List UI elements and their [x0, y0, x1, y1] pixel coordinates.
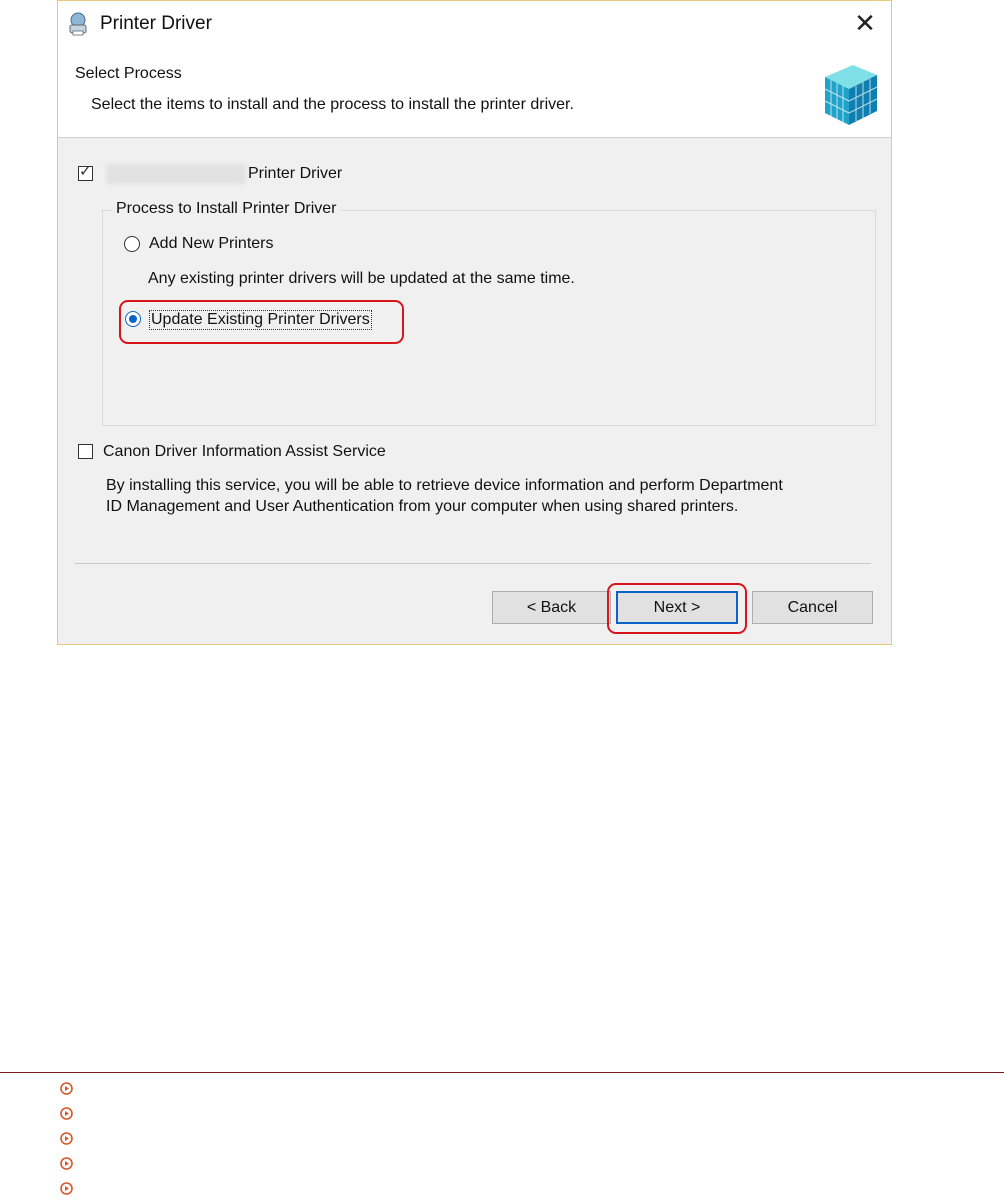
cancel-button[interactable]: Cancel — [752, 591, 873, 624]
radio-add-new-printers[interactable] — [124, 236, 140, 252]
assist-service-checkbox[interactable] — [78, 444, 93, 459]
step-description: Select the items to install and the proc… — [91, 96, 574, 113]
process-group-legend: Process to Install Printer Driver — [112, 200, 341, 218]
bullet-icon — [60, 1182, 73, 1195]
printer-driver-checkbox[interactable]: ✓ — [78, 163, 93, 181]
back-button[interactable]: < Back — [492, 591, 611, 624]
assist-service-label[interactable]: Canon Driver Information Assist Service — [103, 443, 386, 461]
assist-service-desc-2: ID Management and User Authentication fr… — [106, 498, 739, 515]
wizard-header: Select Process Select the items to insta… — [58, 49, 891, 138]
add-new-printers-label[interactable]: Add New Printers — [149, 235, 274, 253]
bullet-icon — [60, 1157, 73, 1170]
close-icon[interactable]: ✕ — [851, 9, 879, 37]
bullet-icon — [60, 1082, 73, 1095]
checkmark-icon: ✓ — [79, 163, 92, 180]
bullet-icon — [60, 1107, 73, 1120]
footer-divider — [0, 1072, 1004, 1073]
button-separator — [75, 563, 871, 564]
next-button[interactable]: Next > — [616, 591, 738, 624]
window-title: Printer Driver — [100, 13, 212, 34]
title-bar: Printer Driver ✕ — [58, 1, 891, 49]
printer-app-icon — [69, 12, 87, 36]
canon-cube-logo — [824, 65, 878, 125]
step-title: Select Process — [75, 65, 182, 82]
assist-service-desc-1: By installing this service, you will be … — [106, 477, 783, 494]
bullet-icon — [60, 1132, 73, 1145]
update-note: Any existing printer drivers will be upd… — [148, 270, 575, 287]
update-existing-drivers-label[interactable]: Update Existing Printer Drivers — [149, 310, 372, 330]
redacted-model-name — [106, 164, 246, 184]
printer-driver-label: Printer Driver — [248, 165, 343, 182]
radio-update-existing-drivers[interactable] — [125, 311, 141, 327]
